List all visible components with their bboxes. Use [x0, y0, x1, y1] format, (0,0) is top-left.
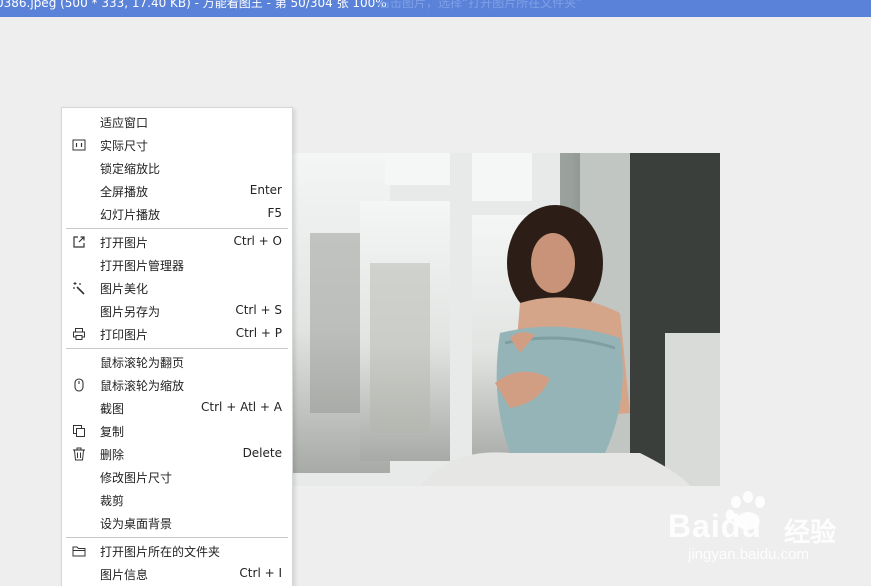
menu-separator [66, 348, 288, 349]
menu-item-screenshot[interactable]: 截图 Ctrl + Atl + A [62, 397, 292, 419]
menu-item-label: 裁剪 [100, 494, 125, 508]
open-external-icon [73, 236, 85, 248]
menu-item-label: 鼠标滚轮为翻页 [100, 356, 185, 370]
menu-item-label: 实际尺寸 [100, 139, 149, 153]
menu-item-image-manager[interactable]: 打开图片管理器 [62, 254, 292, 276]
menu-item-delete[interactable]: 删除 Delete [62, 443, 292, 465]
menu-item-shortcut: F5 [267, 206, 282, 220]
menu-item-label: 图片美化 [100, 282, 149, 296]
menu-item-label: 打开图片所在的文件夹 [100, 545, 221, 559]
baidu-jingyan-watermark: Baidu 经验 jingyan.baidu.com [668, 488, 868, 578]
watermark-cn: 经验 [784, 518, 837, 548]
menu-separator [66, 537, 288, 538]
menu-item-label: 全屏播放 [100, 185, 149, 199]
watermark-url: jingyan.baidu.com [688, 546, 809, 563]
menu-separator [66, 228, 288, 229]
menu-item-fullscreen[interactable]: 全屏播放 Enter [62, 180, 292, 202]
window-title: 0386.jpeg (500 * 333, 17.40 KB) - 万能看图王 … [0, 0, 387, 10]
menu-item-shortcut: Enter [249, 183, 282, 197]
menu-item-label: 图片另存为 [100, 305, 161, 319]
menu-item-label: 适应窗口 [100, 116, 149, 130]
menu-item-slideshow[interactable]: 幻灯片播放 F5 [62, 203, 292, 225]
menu-item-wheel-zoom[interactable]: 鼠标滚轮为缩放 [62, 374, 292, 396]
menu-item-shortcut: Ctrl + Atl + A [201, 400, 282, 414]
menu-item-image-info[interactable]: 图片信息 Ctrl + I [62, 563, 292, 585]
context-menu: 适应窗口 实际尺寸 锁定缩放比 全屏播放 Enter 幻灯片播放 F5 打开图片… [61, 107, 293, 586]
menu-item-resize[interactable]: 修改图片尺寸 [62, 466, 292, 488]
menu-item-crop[interactable]: 裁剪 [62, 489, 292, 511]
photo-woman-hugging-pillow [220, 153, 720, 486]
actual-size-icon [72, 139, 86, 151]
menu-item-copy[interactable]: 复制 [62, 420, 292, 442]
image-canvas[interactable] [220, 153, 720, 486]
menu-item-open-image[interactable]: 打开图片 Ctrl + O [62, 231, 292, 253]
menu-item-print[interactable]: 打印图片 Ctrl + P [62, 323, 292, 345]
menu-item-set-wallpaper[interactable]: 设为桌面背景 [62, 512, 292, 534]
menu-item-label: 锁定缩放比 [100, 162, 161, 176]
menu-item-fit-window[interactable]: 适应窗口 [62, 111, 292, 133]
mouse-icon [74, 378, 84, 392]
menu-item-shortcut: Delete [242, 446, 282, 460]
menu-item-label: 复制 [100, 425, 125, 439]
menu-item-label: 鼠标滚轮为缩放 [100, 379, 185, 393]
menu-item-label: 打印图片 [100, 328, 149, 342]
menu-item-open-folder[interactable]: 打开图片所在的文件夹 [62, 540, 292, 562]
menu-item-label: 打开图片管理器 [100, 259, 185, 273]
menu-item-shortcut: Ctrl + I [239, 566, 282, 580]
menu-item-label: 删除 [100, 448, 125, 462]
menu-item-wheel-page[interactable]: 鼠标滚轮为翻页 [62, 351, 292, 373]
watermark-brand: Baidu [668, 508, 762, 544]
menu-item-shortcut: Ctrl + P [235, 326, 282, 340]
trash-icon [73, 447, 85, 461]
folder-icon [72, 546, 86, 557]
copy-icon [73, 425, 85, 437]
menu-item-label: 幻灯片播放 [100, 208, 161, 222]
menu-item-label: 截图 [100, 402, 125, 416]
menu-item-lock-zoom[interactable]: 锁定缩放比 [62, 157, 292, 179]
menu-item-save-as[interactable]: 图片另存为 Ctrl + S [62, 300, 292, 322]
title-bar: 0386.jpeg (500 * 333, 17.40 KB) - 万能看图王 … [0, 0, 871, 17]
magic-wand-icon [73, 282, 85, 295]
overlay-caption: 右击图片，选择“打开图片所在文件夹” [378, 0, 583, 10]
menu-item-beautify[interactable]: 图片美化 [62, 277, 292, 299]
menu-item-label: 打开图片 [100, 236, 149, 250]
printer-icon [73, 328, 85, 340]
menu-item-actual-size[interactable]: 实际尺寸 [62, 134, 292, 156]
menu-item-label: 修改图片尺寸 [100, 471, 173, 485]
menu-item-shortcut: Ctrl + O [233, 234, 282, 248]
menu-item-shortcut: Ctrl + S [235, 303, 282, 317]
menu-item-label: 图片信息 [100, 568, 149, 582]
menu-item-label: 设为桌面背景 [100, 517, 173, 531]
